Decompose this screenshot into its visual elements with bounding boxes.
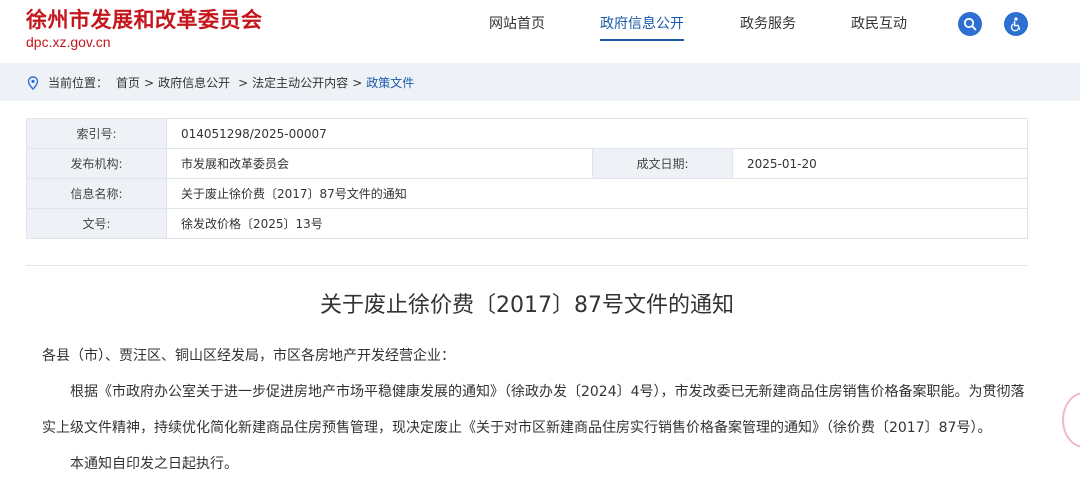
search-icon (963, 17, 977, 31)
breadcrumb: 当前位置： 首页 > 政府信息公开 > 法定主动公开内容 > 政策文件 (0, 63, 1080, 101)
content-divider (26, 265, 1028, 266)
nav-item-home[interactable]: 网站首页 (489, 13, 545, 33)
publisher-value: 市发展和改革委员会 (166, 148, 593, 179)
document-body: 各县（市）、贾汪区、铜山区经发局，市区各房地产开发经营企业： 根据《市政府办公室… (42, 338, 1028, 482)
docno-label: 文号: (26, 208, 167, 239)
nav-item-interaction[interactable]: 政民互动 (851, 13, 907, 33)
breadcrumb-gov-info[interactable]: 政府信息公开 (158, 74, 230, 91)
breadcrumb-separator: > (144, 75, 155, 90)
document-paragraph: 本通知自印发之日起执行。 (70, 456, 238, 472)
index-value: 014051298/2025-00007 (166, 118, 1028, 149)
accessibility-icon (1010, 17, 1021, 32)
name-value: 关于废止徐价费〔2017〕87号文件的通知 (166, 178, 1028, 209)
document-salutation: 各县（市）、贾汪区、铜山区经发局，市区各房地产开发经营企业： (42, 348, 455, 364)
nav-item-gov-info-label: 政府信息公开 (600, 16, 684, 32)
breadcrumb-separator: > (238, 75, 249, 90)
name-label: 信息名称: (26, 178, 167, 209)
publisher-label: 发布机构: (26, 148, 167, 179)
location-pin-icon (27, 75, 39, 90)
document-paragraph: 根据《市政府办公室关于进一步促进房地产市场平稳健康发展的通知》（徐政办发〔202… (42, 384, 1025, 436)
nav-active-underline (600, 39, 684, 41)
breadcrumb-separator: > (352, 75, 363, 90)
site-header: 徐州市发展和改革委员会 dpc.xz.gov.cn 网站首页 政府信息公开 政务… (0, 0, 1080, 62)
breadcrumb-policy-files[interactable]: 政策文件 (366, 74, 414, 91)
breadcrumb-statutory[interactable]: 法定主动公开内容 (252, 74, 348, 91)
info-row-publisher: 发布机构: 市发展和改革委员会 成文日期: 2025-01-20 (26, 148, 1028, 179)
site-title[interactable]: 徐州市发展和改革委员会 (26, 4, 263, 34)
accessibility-button[interactable] (1004, 12, 1028, 36)
info-row-index: 索引号: 014051298/2025-00007 (26, 118, 1028, 149)
document-info-table: 索引号: 014051298/2025-00007 发布机构: 市发展和改革委员… (26, 118, 1028, 239)
site-domain: dpc.xz.gov.cn (26, 34, 111, 50)
nav-item-services[interactable]: 政务服务 (740, 13, 796, 33)
breadcrumb-prefix: 当前位置： (48, 76, 109, 90)
date-label: 成文日期: (592, 148, 733, 179)
date-value: 2025-01-20 (732, 148, 1028, 179)
document-title: 关于废止徐价费〔2017〕87号文件的通知 (320, 293, 734, 318)
docno-value: 徐发改价格〔2025〕13号 (166, 208, 1028, 239)
search-button[interactable] (958, 12, 982, 36)
official-seal-fragment (1062, 392, 1080, 448)
info-row-name: 信息名称: 关于废止徐价费〔2017〕87号文件的通知 (26, 178, 1028, 209)
index-label: 索引号: (26, 118, 167, 149)
breadcrumb-home[interactable]: 首页 (116, 74, 140, 91)
nav-item-gov-info[interactable]: 政府信息公开 (600, 13, 684, 41)
info-row-docno: 文号: 徐发改价格〔2025〕13号 (26, 208, 1028, 239)
